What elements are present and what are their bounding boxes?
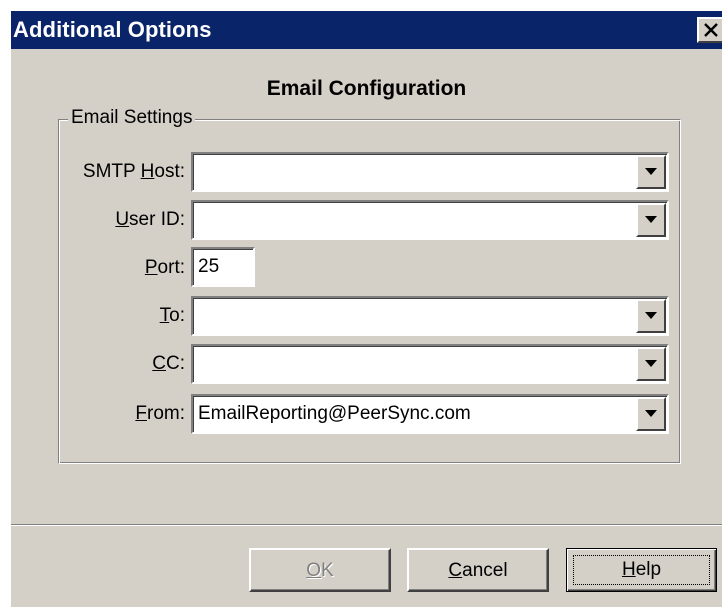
title-bar[interactable]: Additional Options <box>11 11 722 49</box>
smtp-host-dropdown-button[interactable] <box>636 155 666 189</box>
help-button-label: Help <box>621 559 662 580</box>
cc-combo[interactable] <box>191 344 669 384</box>
close-x-icon <box>704 23 718 37</box>
window-title: Additional Options <box>13 17 212 42</box>
chevron-down-icon <box>645 168 657 175</box>
to-label: To: <box>159 305 185 326</box>
port-label: Port: <box>144 257 185 278</box>
cancel-button-label: Cancel <box>448 560 508 581</box>
footer-separator <box>11 524 722 526</box>
from-label: From: <box>135 403 185 424</box>
user-id-label: User ID: <box>115 209 185 230</box>
cc-dropdown-button[interactable] <box>636 347 666 381</box>
from-value: EmailReporting@PeerSync.com <box>198 403 471 424</box>
ok-button[interactable]: OK <box>249 548 391 592</box>
chevron-down-icon <box>645 360 657 367</box>
chevron-down-icon <box>645 410 657 417</box>
chevron-down-icon <box>645 216 657 223</box>
close-button[interactable] <box>697 17 722 43</box>
cancel-button[interactable]: Cancel <box>407 548 549 592</box>
cc-label: CC: <box>152 353 185 374</box>
section-heading: Email Configuration <box>266 77 467 100</box>
smtp-host-combo[interactable] <box>191 152 669 192</box>
to-combo[interactable] <box>191 296 669 336</box>
ok-button-label: OK <box>306 560 334 581</box>
port-value: 25 <box>198 256 220 277</box>
help-button[interactable]: Help <box>566 548 717 592</box>
port-input[interactable]: 25 <box>191 247 255 287</box>
from-dropdown-button[interactable] <box>636 397 666 431</box>
chevron-down-icon <box>645 312 657 319</box>
user-id-combo[interactable] <box>191 200 669 240</box>
smtp-host-label: SMTP Host: <box>82 161 185 182</box>
from-combo[interactable]: EmailReporting@PeerSync.com <box>191 394 669 434</box>
group-legend: Email Settings <box>68 107 196 129</box>
to-dropdown-button[interactable] <box>636 299 666 333</box>
dialog-window: Additional Options Email Configuration E… <box>9 9 722 607</box>
user-id-dropdown-button[interactable] <box>636 203 666 237</box>
